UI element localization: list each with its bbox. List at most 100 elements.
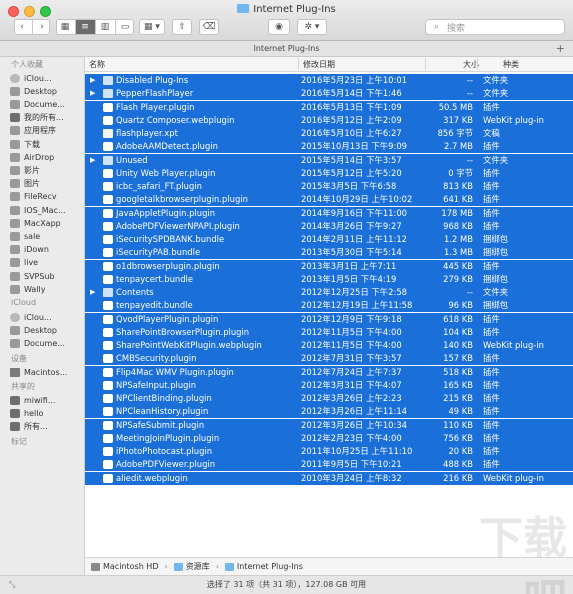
column-kind[interactable]: 种类 [503,59,519,70]
forward-button[interactable]: › [33,20,52,34]
disclosure-triangle-icon[interactable]: ▶ [90,154,95,167]
sidebar-item[interactable]: 下载 [10,138,82,150]
file-row[interactable]: iSecurityPAB.bundle 2013年5月30日 下午5:14 1.3 … [85,246,573,260]
file-row[interactable]: NPSafeSubmit.plugin 2012年3月26日 上午10:34 110… [85,418,573,432]
file-row[interactable]: NPSafeInput.plugin 2012年3月31日 下午4:07 165 K… [85,378,573,392]
column-name[interactable]: 名称 [89,59,105,70]
new-tab-button[interactable]: + [556,41,565,56]
sidebar-item[interactable]: sale [10,230,82,242]
file-row[interactable]: ▶ Unused 2015年5月14日 下午3:57 -- 文件夹 [85,153,573,167]
file-name: iSecurityPAB.bundle [116,247,201,258]
sidebar-item[interactable]: 我的所有... [10,112,82,124]
sidebar-item[interactable]: Macintos... [10,366,82,378]
file-row[interactable]: o1dbrowserplugin.plugin 2013年3月1日 上午7:11 4… [85,259,573,273]
sidebar: 个人收藏 iClou... Desktop Docume... 我的所有... 应用程序下… [0,57,85,575]
quicklook-eye-icon[interactable]: ◉ [268,19,290,35]
file-row[interactable]: ▶ Disabled Plug-Ins 2016年5月23日 上午10:01 -- 文件… [85,74,573,87]
file-row[interactable]: AdobePDFViewer.plugin 2011年9月5日 下午10:21 48… [85,458,573,472]
sidebar-item[interactable]: 应用程序 [10,125,82,137]
folder-icon [10,231,20,241]
file-date: 2015年5月12日 上午5:20 [301,167,402,178]
file-row[interactable]: JavaAppletPlugin.plugin 2014年9月16日 下午11:0… [85,206,573,220]
list-view-button[interactable]: ≡ [75,20,96,34]
file-row[interactable]: Flip4Mac WMV Plugin.plugin 2012年7月24日 上午7… [85,365,573,379]
icon-view-button[interactable]: ▦ [56,20,76,34]
disclosure-triangle-icon[interactable]: ▶ [90,87,95,100]
disclosure-triangle-icon[interactable]: ▶ [90,286,95,299]
sidebar-item[interactable]: live [10,257,82,269]
file-row[interactable]: NPCleanHistory.plugin 2012年3月26日 上午11:14 4… [85,405,573,419]
file-row[interactable]: tenpaycert.bundle 2013年1月5日 下午4:19 279 KB 捆… [85,272,573,286]
sidebar-item[interactable]: 影片 [10,164,82,176]
file-row[interactable]: QvodPlayerPlugin.plugin 2012年12月9日 下午9:18… [85,312,573,326]
resize-icon[interactable]: ⤡ [9,576,15,594]
sidebar-item[interactable]: MacXapp [10,217,82,229]
file-row[interactable]: NPClientBinding.plugin 2012年3月26日 上午2:23 2… [85,392,573,405]
back-button[interactable]: ‹ [13,20,33,34]
sidebar-item[interactable]: AirDrop [10,151,82,163]
file-kind: 插件 [483,446,500,456]
file-row[interactable]: Flash Player.plugin 2016年5月13日 下午1:09 50.5… [85,100,573,114]
sidebar-section-title: iCloud [11,298,37,308]
tags-button[interactable]: ⌫ [199,19,219,35]
file-row[interactable]: tenpayedit.bundle 2012年12月19日 上午11:58 96 K… [85,299,573,313]
sidebar-item[interactable]: 图片 [10,178,82,190]
sidebar-item[interactable]: IOS_Mac... [10,204,82,216]
file-kind: 插件 [483,167,500,178]
sidebar-item[interactable]: FileRecv [10,191,82,203]
arrange-button[interactable]: ▦ ▾ [139,19,165,35]
file-size: 813 KB [443,181,473,191]
file-row[interactable]: Unity Web Player.plugin 2015年5月12日 上午5:20… [85,166,573,180]
file-date: 2016年5月12日 上午2:09 [301,114,402,125]
sidebar-item[interactable]: Docume... [10,98,82,110]
path-crumb[interactable]: Macintosh HD › [91,562,168,571]
path-crumb[interactable]: Internet Plug-Ins [224,562,303,571]
file-size: 96 KB [448,300,473,311]
file-row[interactable]: flashplayer.xpt 2016年5月10日 上午6:27 856 字节 文稿 [85,127,573,140]
file-date: 2011年10月25日 上午11:10 [301,446,413,456]
sidebar-item[interactable]: miwifi... [10,394,82,406]
sidebar-item[interactable]: hello [10,407,82,419]
search-input[interactable]: ⌕ 搜索 [425,19,565,35]
search-icon: ⌕ [434,22,440,32]
sidebar-item[interactable]: SVPSub [10,270,82,282]
sidebar-item[interactable]: Wally [10,283,82,295]
file-row[interactable]: AdobePDFViewerNPAPI.plugin 2014年3月26日 下午9… [85,219,573,233]
file-date: 2016年5月10日 上午6:27 [301,128,402,138]
sidebar-item[interactable]: Desktop [10,85,82,97]
disclosure-triangle-icon[interactable]: ▶ [90,74,95,87]
file-date: 2012年7月31日 下午3:57 [301,353,402,364]
file-name: iSecuritySPDBANK.bundle [116,234,225,244]
file-row[interactable]: iSecuritySPDBANK.bundle 2014年2月11日 上午11:1… [85,233,573,246]
file-row[interactable]: ▶ PepperFlashPlayer 2016年5月14日 下午1:46 -- 文件夹 [85,87,573,101]
sidebar-item[interactable]: 所有... [10,421,82,433]
sidebar-item[interactable]: iDown [10,244,82,256]
column-date[interactable]: 修改日期 [303,59,335,70]
file-row[interactable]: iPhotoPhotocast.plugin 2011年10月25日 上午11:1… [85,445,573,458]
file-row[interactable]: aliedit.webplugin 2010年3月24日 上午8:32 216 KB… [85,471,573,485]
sidebar-item[interactable]: iClou... [10,72,82,84]
sidebar-item[interactable]: Desktop [10,325,82,337]
sidebar-section-title: 标记 [11,436,27,446]
action-gear-button[interactable]: ✲ ▾ [297,19,327,35]
file-kind: 文件夹 [483,88,509,99]
share-button[interactable]: ⇧ [172,19,192,35]
plugin-icon [103,380,113,390]
file-row[interactable]: ▶ Contents 2012年12月25日 下午2:58 -- 文件夹 [85,286,573,299]
file-row[interactable]: googletalkbrowserplugin.plugin 2014年10月29… [85,193,573,207]
file-row[interactable]: SharePointBrowserPlugin.plugin 2012年11月5日… [85,325,573,339]
file-row[interactable]: Quartz Composer.webplugin 2016年5月12日 上午2:… [85,113,573,127]
sidebar-item-label: FileRecv [24,192,57,202]
file-name: flashplayer.xpt [116,128,178,138]
path-crumb[interactable]: 资源库 › [173,561,219,572]
sidebar-item[interactable]: Docume... [10,338,82,350]
file-row[interactable]: CMBSecurity.plugin 2012年7月31日 下午3:57 157 K… [85,352,573,366]
sidebar-item[interactable]: iClou... [10,311,82,323]
sidebar-item-label: Desktop [24,326,57,336]
cover-flow-button[interactable]: ▭ [116,20,135,34]
file-row[interactable]: AdobeAAMDetect.plugin 2015年10月13日 下午9:09 2… [85,140,573,154]
file-row[interactable]: MeetingJoinPlugin.plugin 2012年2月23日 下午4:0… [85,431,573,445]
column-view-button[interactable]: ▥ [96,20,116,34]
file-row[interactable]: icbc_safari_FT.plugin 2015年3月5日 下午6:58 813… [85,180,573,193]
file-row[interactable]: SharePointWebKitPlugin.webplugin 2012年11月… [85,339,573,352]
